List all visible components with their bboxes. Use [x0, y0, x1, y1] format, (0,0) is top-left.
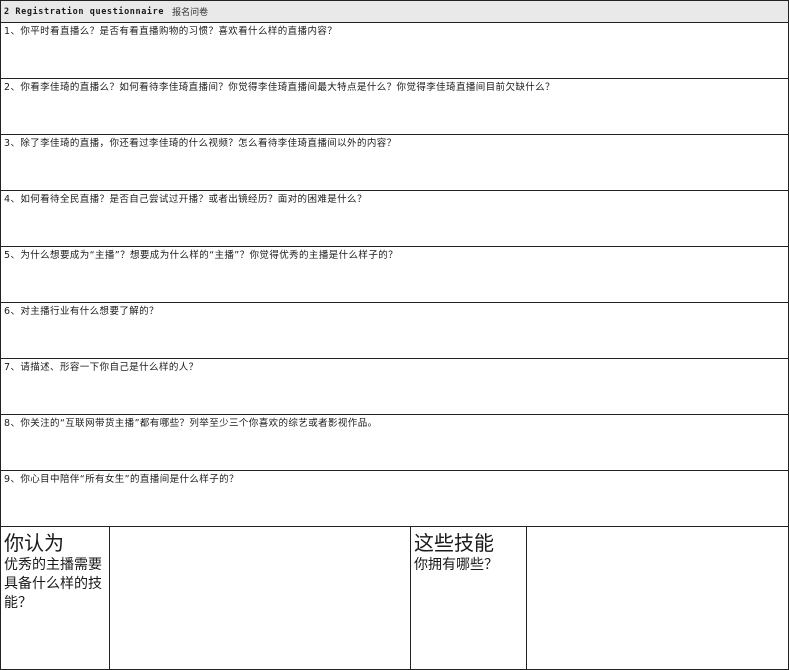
question-row-7[interactable]: 7、请描述、形容一下你自己是什么样的人？	[1, 359, 788, 415]
skills-prompt-text: 优秀的主播需要具备什么样的技能？	[4, 557, 102, 611]
question-row-6[interactable]: 6、对主播行业有什么想要了解的？	[1, 303, 788, 359]
question-row-9[interactable]: 9、你心目中陪伴“所有女生”的直播间是什么样子的？	[1, 471, 788, 527]
header-title-zh: 报名问卷	[172, 8, 209, 18]
skills-prompt-heading: 你认为	[4, 531, 64, 555]
own-skills-prompt-text: 你拥有哪些？	[414, 557, 498, 573]
question-row-1[interactable]: 1、你平时看直播么？是否有看直播购物的习惯？喜欢看什么样的直播内容？	[1, 23, 788, 79]
question-row-8[interactable]: 8、你关注的“互联网带货主播”都有哪些？列举至少三个你喜欢的综艺或者影视作品。	[1, 415, 788, 471]
questionnaire-header: 2 Registration questionnaire 报名问卷	[1, 0, 788, 23]
own-skills-prompt-heading: 这些技能	[414, 531, 494, 555]
skills-prompt-cell: 你认为 优秀的主播需要具备什么样的技能？	[1, 527, 110, 669]
questionnaire-sheet: 2 Registration questionnaire 报名问卷 1、你平时看…	[0, 0, 789, 670]
question-row-3[interactable]: 3、除了李佳琦的直播，你还看过李佳琦的什么视频？怎么看待李佳琦直播间以外的内容？	[1, 135, 788, 191]
own-skills-prompt-cell: 这些技能 你拥有哪些？	[411, 527, 527, 669]
question-list: 1、你平时看直播么？是否有看直播购物的习惯？喜欢看什么样的直播内容？ 2、你看李…	[1, 23, 788, 527]
skills-answer-area[interactable]	[110, 527, 411, 669]
own-skills-answer-area[interactable]	[527, 527, 788, 669]
skills-section: 你认为 优秀的主播需要具备什么样的技能？ 这些技能 你拥有哪些？	[1, 527, 788, 669]
question-row-5[interactable]: 5、为什么想要成为“主播”？想要成为什么样的“主播”？你觉得优秀的主播是什么样子…	[1, 247, 788, 303]
header-title-en: 2 Registration questionnaire	[4, 6, 165, 17]
question-row-4[interactable]: 4、如何看待全民直播？是否自己尝试过开播？或者出镜经历？面对的困难是什么？	[1, 191, 788, 247]
question-row-2[interactable]: 2、你看李佳琦的直播么？如何看待李佳琦直播间？你觉得李佳琦直播间最大特点是什么？…	[1, 79, 788, 135]
